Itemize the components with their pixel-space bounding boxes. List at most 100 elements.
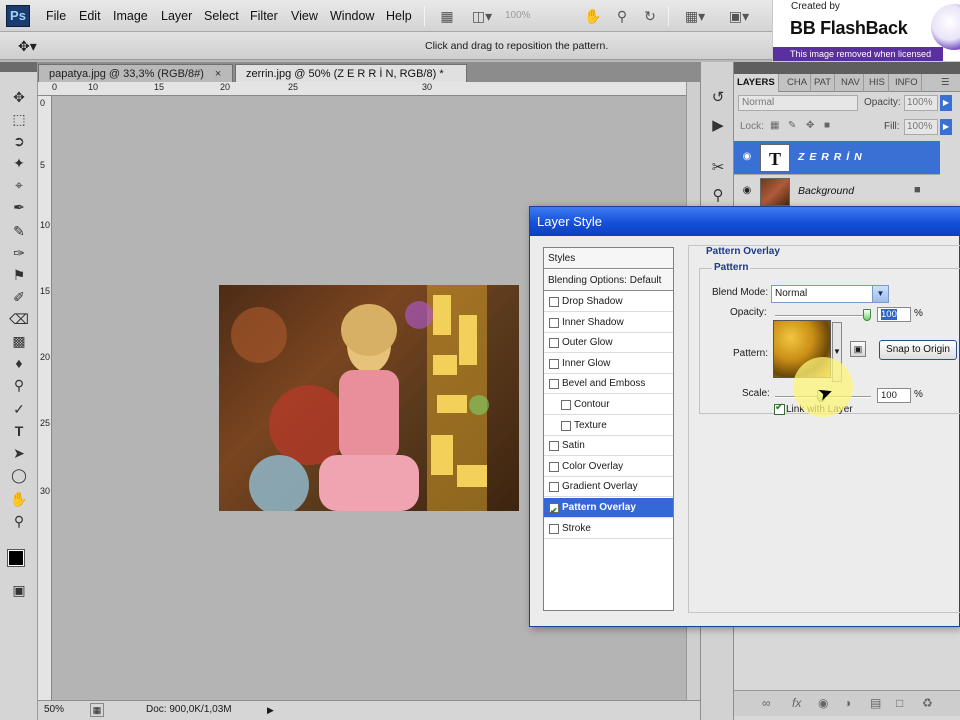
tab-info[interactable]: INFO: [892, 74, 922, 92]
shape-tool-icon[interactable]: ◯: [8, 465, 30, 485]
style-item[interactable]: Pattern Overlay: [544, 498, 673, 521]
style-checkbox[interactable]: [561, 420, 571, 431]
document-image[interactable]: [219, 285, 519, 511]
rotate-view-icon[interactable]: ↻: [640, 7, 660, 25]
add-mask-icon[interactable]: ◉: [818, 696, 828, 710]
tab-zerrin[interactable]: zerrin.jpg @ 50% (Z E R R İ N, RGB/8) * …: [235, 64, 467, 98]
layer-blend-mode[interactable]: Normal: [738, 95, 858, 111]
tab-papatya[interactable]: papatya.jpg @ 33,3% (RGB/8#) ×: [38, 64, 233, 82]
type-tool-icon[interactable]: T: [8, 421, 30, 441]
panel-header[interactable]: [734, 62, 960, 74]
scale-input[interactable]: 100: [877, 388, 911, 403]
crop-tool-icon[interactable]: ⌖: [8, 175, 30, 195]
brush-tool-icon[interactable]: ✑: [8, 243, 30, 263]
tab-navigator[interactable]: NAV: [838, 74, 864, 92]
new-layer-icon[interactable]: □: [896, 696, 903, 710]
move-tool-icon[interactable]: ✥: [8, 87, 30, 107]
style-item[interactable]: Inner Glow: [544, 354, 673, 374]
quick-mask-icon[interactable]: ▣: [8, 580, 30, 600]
foreground-color-swatch[interactable]: [7, 549, 25, 567]
style-item[interactable]: Gradient Overlay: [544, 477, 673, 498]
menu-filter[interactable]: Filter: [250, 9, 278, 23]
tab-channels[interactable]: CHA: [784, 74, 812, 92]
style-checkbox[interactable]: [549, 461, 559, 472]
mini-bridge-icon[interactable]: ◫▾: [468, 7, 496, 25]
bridge-icon[interactable]: ▦: [437, 7, 457, 25]
menu-file[interactable]: File: [46, 9, 66, 23]
tab-history[interactable]: HIS: [866, 74, 889, 92]
visibility-eye-icon[interactable]: ◉: [740, 185, 754, 197]
history-brush-icon[interactable]: ✐: [8, 287, 30, 307]
zoom-status[interactable]: 50%: [44, 701, 64, 719]
link-layers-icon[interactable]: ∞: [762, 696, 771, 710]
new-group-icon[interactable]: ▤: [870, 696, 881, 710]
style-item[interactable]: Inner Shadow: [544, 313, 673, 333]
lasso-tool-icon[interactable]: ➲: [8, 131, 30, 151]
panel-menu-icon[interactable]: ☰: [938, 74, 953, 92]
eraser-tool-icon[interactable]: ⌫: [8, 309, 30, 329]
gradient-tool-icon[interactable]: ▩: [8, 331, 30, 351]
style-checkbox[interactable]: [549, 297, 559, 307]
menu-edit[interactable]: Edit: [79, 9, 101, 23]
blending-options[interactable]: Blending Options: Default: [544, 270, 673, 291]
style-checkbox[interactable]: [549, 482, 559, 493]
layer-style-icon[interactable]: fx: [792, 696, 801, 710]
eyedropper-tool-icon[interactable]: ✒: [8, 197, 30, 217]
style-checkbox[interactable]: [549, 523, 559, 534]
healing-brush-icon[interactable]: ✎: [8, 221, 30, 241]
status-menu-arrow-icon[interactable]: ▶: [267, 701, 274, 719]
zoom-level-field[interactable]: 100%: [505, 8, 560, 24]
layer-row-zerrin[interactable]: ◉ T Z E R R İ N: [734, 141, 940, 175]
menu-layer[interactable]: Layer: [161, 9, 192, 23]
style-item[interactable]: Outer Glow: [544, 333, 673, 354]
new-preset-icon[interactable]: ▣: [850, 341, 866, 357]
style-checkbox[interactable]: [549, 379, 559, 390]
tab-paths[interactable]: PAT: [811, 74, 836, 92]
style-item[interactable]: Bevel and Emboss: [544, 374, 673, 395]
actions-panel-icon[interactable]: ▶: [707, 116, 729, 136]
arrange-documents-icon[interactable]: ▦▾: [678, 7, 712, 25]
tools-panel-header[interactable]: [0, 62, 37, 72]
visibility-eye-icon[interactable]: ◉: [740, 151, 754, 163]
move-pattern-icon[interactable]: ✥▾: [18, 36, 52, 56]
style-checkbox[interactable]: [549, 441, 559, 452]
blend-mode-select[interactable]: Normal ▼: [771, 285, 889, 303]
layer-opacity-value[interactable]: 100%: [904, 95, 938, 111]
style-item[interactable]: Satin: [544, 436, 673, 457]
adjustment-layer-icon[interactable]: ◑: [844, 696, 851, 710]
blur-tool-icon[interactable]: ♦: [8, 353, 30, 373]
menu-help[interactable]: Help: [386, 9, 412, 23]
menu-image[interactable]: Image: [113, 9, 148, 23]
link-with-layer-checkbox[interactable]: [774, 402, 785, 415]
path-selection-icon[interactable]: ➤: [8, 443, 30, 463]
menu-window[interactable]: Window: [330, 9, 374, 23]
layer-name[interactable]: Z E R R İ N: [798, 151, 863, 163]
lock-transparency-icon[interactable]: ▦: [770, 120, 779, 131]
status-icon[interactable]: ▦: [90, 703, 104, 717]
close-icon[interactable]: ×: [215, 68, 221, 80]
style-checkbox[interactable]: [549, 338, 559, 349]
style-item[interactable]: Contour: [544, 395, 673, 415]
opacity-input[interactable]: 100: [877, 307, 911, 322]
layer-fill-value[interactable]: 100%: [904, 119, 938, 135]
menu-view[interactable]: View: [291, 9, 318, 23]
history-panel-icon[interactable]: ↺: [707, 88, 729, 108]
brushes-panel-icon[interactable]: ⚲: [707, 186, 729, 206]
style-checkbox[interactable]: [561, 400, 571, 410]
lock-position-icon[interactable]: ✥: [806, 120, 814, 131]
menu-select[interactable]: Select: [204, 9, 239, 23]
snap-to-origin-button[interactable]: Snap to Origin: [879, 340, 957, 360]
tab-layers[interactable]: LAYERS: [734, 74, 779, 92]
clone-stamp-icon[interactable]: ⚑: [8, 265, 30, 285]
style-checkbox[interactable]: [549, 501, 559, 521]
style-item[interactable]: Texture: [544, 416, 673, 436]
style-item[interactable]: Drop Shadow: [544, 292, 673, 312]
style-item[interactable]: Stroke: [544, 519, 673, 539]
opacity-slider-thumb[interactable]: [863, 309, 871, 321]
fill-arrow-icon[interactable]: ▶: [940, 119, 952, 135]
style-item[interactable]: Color Overlay: [544, 457, 673, 477]
opacity-slider-track[interactable]: [775, 315, 871, 317]
dialog-title[interactable]: Layer Style: [530, 207, 960, 236]
style-checkbox[interactable]: [549, 317, 559, 328]
zoom-tool-icon[interactable]: ⚲: [8, 511, 30, 531]
